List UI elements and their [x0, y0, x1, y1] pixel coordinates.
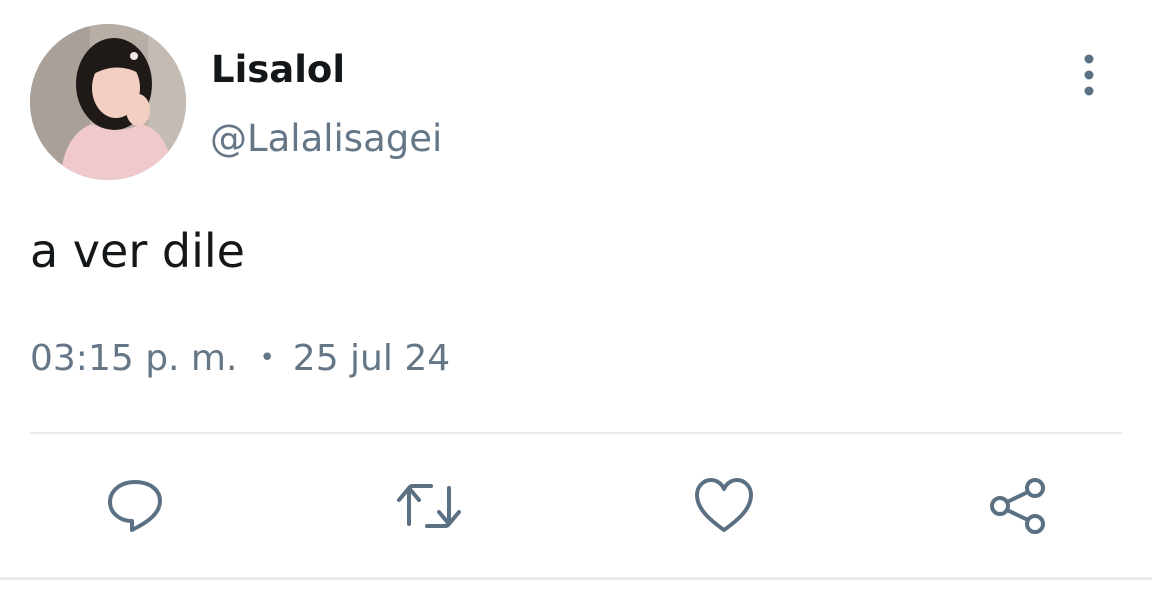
- bottom-divider: [0, 577, 1152, 580]
- retweet-icon: [397, 484, 461, 528]
- meta-separator: •: [259, 343, 275, 373]
- avatar-photo: [30, 24, 186, 180]
- display-name[interactable]: Lisalol: [211, 46, 345, 94]
- more-options-button[interactable]: [1068, 52, 1110, 98]
- reply-icon: [108, 480, 162, 532]
- share-icon: [990, 478, 1045, 534]
- tweet-date: 25 jul 24: [292, 338, 451, 379]
- retweet-button[interactable]: [397, 474, 461, 538]
- more-vertical-icon: [1084, 54, 1094, 96]
- tweet-time: 03:15 p. m.: [30, 338, 238, 379]
- avatar[interactable]: [30, 24, 186, 180]
- share-button[interactable]: [986, 474, 1050, 538]
- user-handle[interactable]: @Lalalisagei: [210, 114, 442, 164]
- like-button[interactable]: [692, 474, 756, 538]
- tweet-text: a ver dile: [30, 224, 245, 278]
- heart-icon: [695, 478, 753, 532]
- tweet-timestamp[interactable]: 03:15 p. m. • 25 jul 24: [30, 334, 450, 383]
- divider: [30, 432, 1122, 434]
- reply-button[interactable]: [103, 474, 167, 538]
- tweet-card: Lisalol @Lalalisagei a ver dile 03:15 p.…: [0, 0, 1152, 597]
